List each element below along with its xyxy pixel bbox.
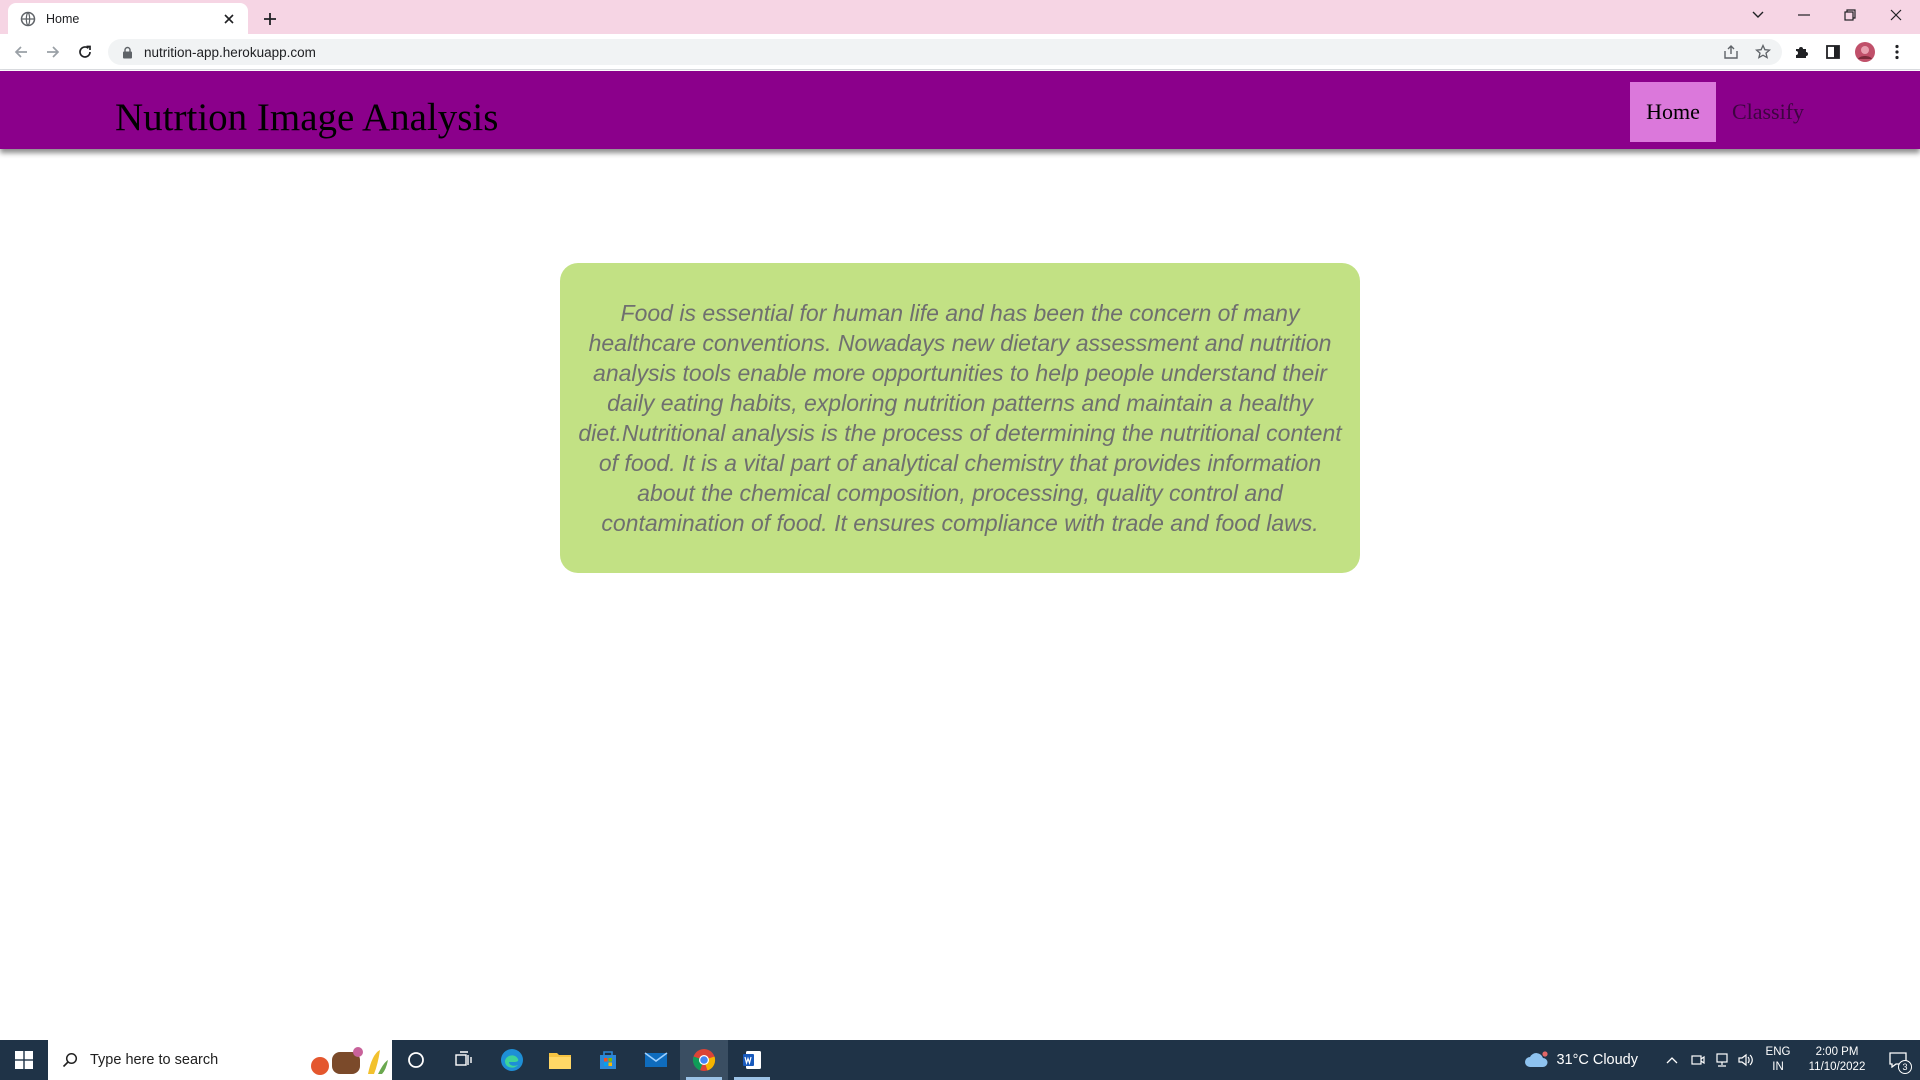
taskbar-word[interactable] [728, 1040, 776, 1080]
task-view-icon [455, 1051, 472, 1066]
back-button[interactable] [8, 39, 34, 65]
cortana-icon [408, 1052, 424, 1068]
input-language-button[interactable]: ENG IN [1758, 1040, 1798, 1080]
taskbar-store[interactable] [584, 1040, 632, 1080]
taskbar-mail[interactable] [632, 1040, 680, 1080]
windows-taskbar: Type here to search 31°C Cloudy ENG IN 2… [0, 1040, 1920, 1080]
chevron-up-icon [1666, 1057, 1678, 1064]
search-highlight-doodle-icon [311, 1047, 388, 1075]
side-panel-icon[interactable] [1820, 39, 1846, 65]
forward-button[interactable] [40, 39, 66, 65]
system-tray: 31°C Cloudy ENG IN 2:00 PM 11/10/2022 3 [1518, 1040, 1920, 1080]
restore-icon [1844, 9, 1856, 21]
clock[interactable]: 2:00 PM 11/10/2022 [1798, 1040, 1876, 1080]
star-icon[interactable] [1750, 39, 1776, 65]
folder-icon [549, 1053, 571, 1069]
windows-logo-icon [15, 1051, 33, 1069]
restore-button[interactable] [1828, 0, 1872, 30]
task-view-button[interactable] [440, 1040, 488, 1080]
meet-now-icon[interactable] [1686, 1040, 1710, 1080]
back-arrow-icon [14, 46, 27, 58]
taskbar-search-box[interactable]: Type here to search [48, 1040, 392, 1080]
site-navbar: Nutrtion Image Analysis Home Classify [0, 71, 1920, 149]
intro-card: Food is essential for human life and has… [560, 263, 1360, 573]
search-placeholder: Type here to search [90, 1052, 219, 1068]
region-code: IN [1772, 1061, 1784, 1073]
search-icon [62, 1052, 78, 1068]
kebab-menu-icon[interactable] [1884, 39, 1910, 65]
new-tab-button[interactable] [258, 7, 282, 31]
clock-time: 2:00 PM [1815, 1046, 1859, 1058]
taskbar-edge[interactable] [488, 1040, 536, 1080]
tab-title: Home [46, 11, 80, 26]
chrome-icon [692, 1049, 716, 1071]
browser-tab[interactable]: Home [8, 3, 248, 34]
browser-tab-strip: Home [0, 0, 1920, 34]
start-button[interactable] [0, 1040, 48, 1080]
browser-toolbar: nutrition-app.herokuapp.com [0, 34, 1920, 70]
avatar-icon[interactable] [1852, 39, 1878, 65]
word-icon [743, 1051, 761, 1069]
address-bar[interactable]: nutrition-app.herokuapp.com [108, 39, 1782, 65]
weather-widget[interactable]: 31°C Cloudy [1518, 1040, 1644, 1080]
network-icon[interactable] [1710, 1040, 1734, 1080]
minimize-icon [1798, 14, 1810, 16]
mail-icon [644, 1052, 668, 1067]
notification-count: 3 [1898, 1060, 1912, 1074]
intro-paragraph: Food is essential for human life and has… [578, 300, 1342, 536]
chevron-down-icon [1752, 11, 1764, 18]
close-window-button[interactable] [1874, 0, 1918, 30]
cortana-button[interactable] [392, 1040, 440, 1080]
clock-date: 11/10/2022 [1808, 1061, 1866, 1073]
nav-home-link[interactable]: Home [1630, 82, 1716, 142]
cloud-icon [1525, 1051, 1549, 1067]
tab-search-button[interactable] [1736, 0, 1780, 30]
reload-button[interactable] [72, 39, 98, 65]
action-center-button[interactable]: 3 [1876, 1040, 1920, 1080]
plus-icon [264, 13, 276, 25]
language-code: ENG [1765, 1046, 1791, 1058]
weather-text: 31°C Cloudy [1556, 1052, 1638, 1068]
show-hidden-icons-button[interactable] [1658, 1040, 1686, 1080]
lock-icon[interactable] [120, 45, 134, 59]
minimize-button[interactable] [1782, 0, 1826, 30]
globe-icon [20, 11, 36, 27]
store-icon [600, 1051, 616, 1069]
share-icon[interactable] [1718, 39, 1744, 65]
close-icon [1890, 9, 1902, 21]
reload-icon [79, 45, 91, 58]
close-icon[interactable] [220, 10, 238, 28]
site-brand[interactable]: Nutrtion Image Analysis [115, 95, 498, 140]
forward-arrow-icon [47, 46, 60, 58]
url-text[interactable]: nutrition-app.herokuapp.com [144, 45, 1718, 60]
puzzle-icon[interactable] [1788, 39, 1814, 65]
taskbar-file-explorer[interactable] [536, 1040, 584, 1080]
edge-icon [501, 1049, 523, 1071]
volume-icon[interactable] [1734, 1040, 1758, 1080]
nav-classify-link[interactable]: Classify [1716, 82, 1820, 142]
taskbar-chrome[interactable] [680, 1040, 728, 1080]
